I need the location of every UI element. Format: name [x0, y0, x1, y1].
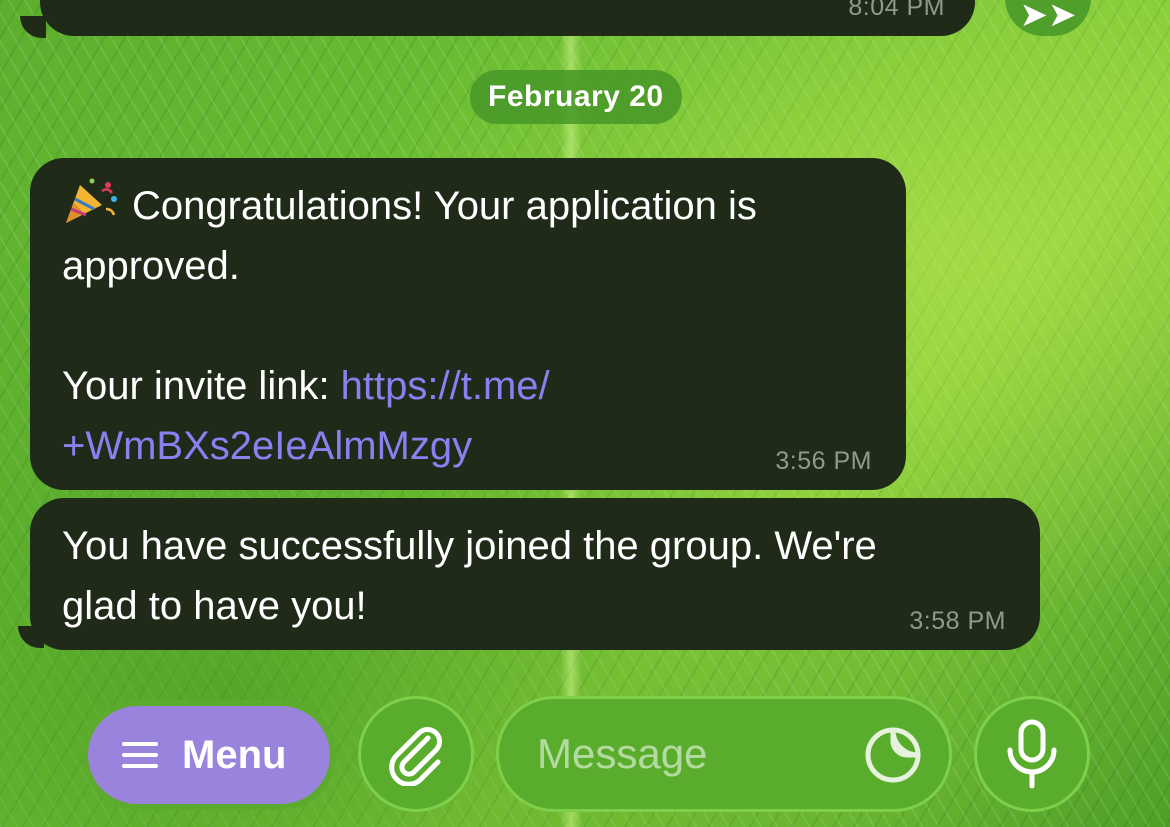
previous-message-bubble[interactable]: 8:04 PM [40, 0, 975, 36]
bubble-tail [20, 16, 46, 38]
hamburger-icon [122, 742, 158, 768]
composer-bar: Menu [0, 690, 1170, 827]
bubble-tail [18, 626, 44, 648]
message-time: 3:56 PM [775, 447, 872, 475]
invite-label: Your invite link: [62, 364, 341, 408]
message-time: 8:04 PM [848, 0, 945, 21]
message-time: 3:58 PM [909, 607, 1006, 635]
invite-link-part2[interactable]: +WmBXs2eIeAlmMzgy [62, 424, 472, 468]
microphone-icon [1007, 719, 1057, 789]
voice-record-button[interactable] [974, 696, 1090, 812]
message-line: approved. [62, 244, 240, 288]
invite-link-part1[interactable]: https://t.me/ [341, 364, 550, 408]
chat-screen: 8:04 PM ➤➤ February 20 Congratulations! … [0, 0, 1170, 827]
message-text: You have successfully joined the group. … [62, 516, 1010, 636]
message-line: glad to have you! [62, 584, 367, 628]
menu-label: Menu [182, 732, 287, 777]
party-popper-icon [66, 178, 117, 223]
attach-button[interactable] [358, 696, 474, 812]
message-field[interactable] [496, 696, 952, 812]
sticker-icon[interactable] [863, 725, 923, 785]
message-bubble-joined[interactable]: You have successfully joined the group. … [30, 498, 1040, 650]
message-line: Congratulations! Your application is [132, 184, 757, 228]
date-separator: February 20 [470, 70, 682, 124]
message-text: Congratulations! Your application is app… [62, 176, 876, 476]
paperclip-icon [389, 727, 442, 786]
menu-button[interactable]: Menu [82, 700, 336, 810]
message-line: You have successfully joined the group. … [62, 524, 877, 568]
message-input[interactable] [535, 729, 839, 779]
forward-icon[interactable]: ➤➤ [1005, 0, 1091, 36]
message-bubble-approved[interactable]: Congratulations! Your application is app… [30, 158, 906, 490]
